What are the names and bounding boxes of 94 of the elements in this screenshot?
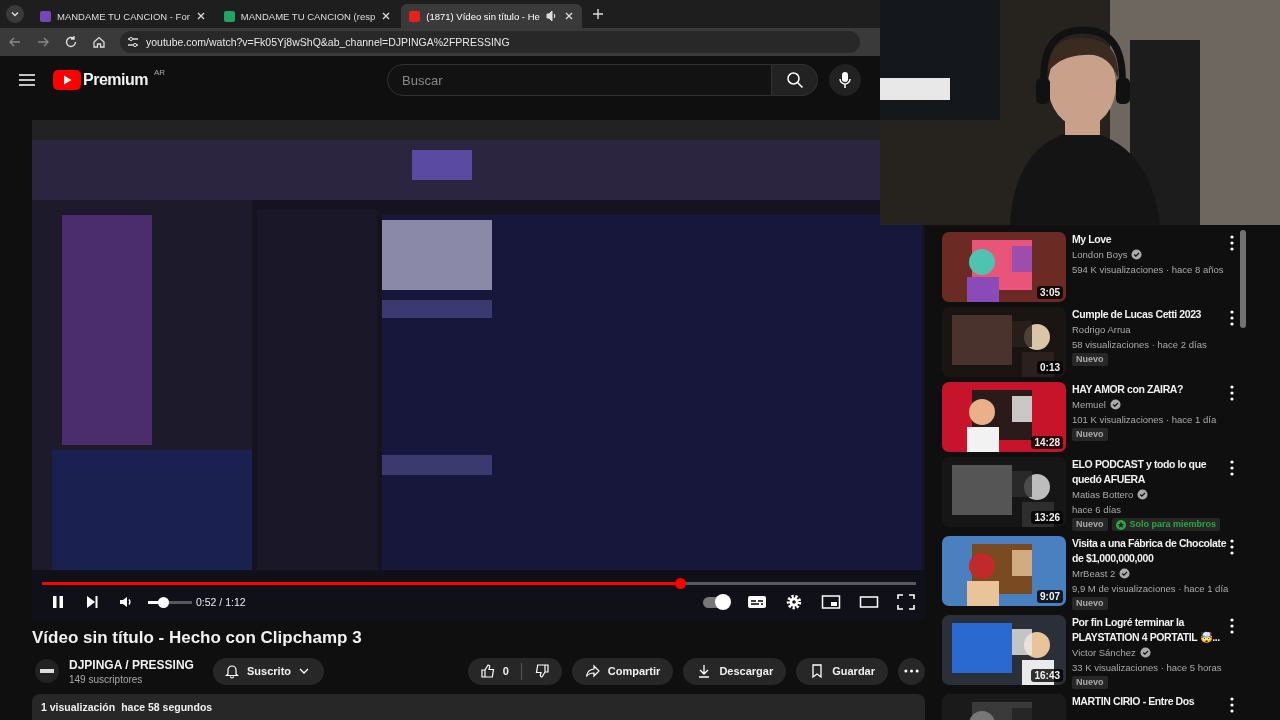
volume-icon[interactable] [118,594,134,610]
video-title[interactable]: My Love [1072,232,1227,247]
new-badge: Nuevo [1072,428,1108,441]
thumbs-down-icon [533,663,550,679]
video-title[interactable]: MARTIN CIRIO - Entre Dos [1072,694,1227,709]
new-badge: Nuevo [1072,353,1108,366]
video-title[interactable]: ELO PODCAST y todo lo que quedó AFUERA [1072,457,1227,487]
scrubber-handle[interactable] [675,578,686,589]
tab-title: MANDAME TU CANCION - For [57,10,190,22]
more-options-icon[interactable] [1230,697,1234,713]
share-button[interactable]: Compartir [571,657,674,685]
tab-list-button[interactable] [6,5,24,23]
home-icon[interactable] [92,35,106,49]
video-meta: 101 K visualizaciones · hace 1 día [1072,413,1218,427]
voice-search-button[interactable] [829,64,861,96]
upload-date: hace 58 segundos [121,700,213,715]
channel-name[interactable]: Rodrigo Arrua [1072,322,1131,337]
video-title[interactable]: Visita a una Fábrica de Chocolate de $1,000,000,000 [1072,536,1227,566]
address-bar[interactable]: youtube.com/watch?v=Fk05Yj8wShQ&ab_channel=DJPINGA%2FPRESSING [120,31,860,53]
view-count: 1 visualización [41,700,116,715]
autoplay-toggle[interactable] [703,596,729,608]
video-meta: 33 K visualizaciones · hace 5 horas [1072,661,1223,675]
tab-title: (1871) Vídeo sin título - He [426,10,540,22]
pause-icon[interactable] [50,594,66,610]
more-dots-icon [904,669,919,673]
new-badge: Nuevo [1072,597,1108,610]
thumbs-up-icon [479,663,496,679]
browser-tab[interactable]: MANDAME TU CANCION (resp [215,4,400,28]
scrollbar[interactable] [1240,230,1246,328]
channel-name[interactable]: Matias Bottero [1072,487,1134,502]
duration-badge: 0:13 [1037,361,1063,374]
duration-badge: 13:26 [1031,511,1063,524]
video-meta: 594 K visualizaciones · hace 8 años [1072,263,1225,277]
subscribe-button[interactable]: Suscrito [213,657,324,685]
save-button[interactable]: Guardar [796,657,888,685]
menu-icon[interactable] [17,72,37,88]
microphone-icon [838,71,852,89]
new-badge: Nuevo [1072,518,1108,531]
video-title: Vídeo sin título - Hecho con Clipchamp 3 [32,628,363,648]
search-button[interactable] [772,64,818,96]
browser-tab[interactable]: (1871) Vídeo sin título - He [401,4,582,28]
site-settings-icon[interactable] [126,35,140,49]
video-title[interactable]: Cumple de Lucas Cetti 2023 [1072,307,1227,322]
region-code: AR [153,68,166,77]
close-icon[interactable] [195,11,206,21]
description-panel[interactable]: 1 visualización hace 58 segundos [32,694,925,720]
settings-icon[interactable] [785,593,803,611]
miniplayer-icon[interactable] [821,594,841,610]
channel-name[interactable]: DJPINGA / PRESSING [69,657,203,672]
time-display: 0:52 / 1:12 [196,596,246,608]
tab-title: MANDAME TU CANCION (resp [240,10,376,22]
close-icon[interactable] [381,11,392,21]
channel-name[interactable]: MrBeast 2 [1072,566,1116,581]
video-meta: 58 visualizaciones · hace 2 días [1072,338,1208,352]
search-icon [785,71,804,89]
channel-avatar[interactable] [35,659,59,683]
reload-icon[interactable] [64,35,78,49]
video-meta: hace 6 días [1072,503,1123,517]
members-badge: Solo para miembros [1111,518,1221,531]
back-icon[interactable] [8,35,22,49]
video-title[interactable]: Por fin Logré terminar la PLAYSTATION 4 PORTATIL 🤯... [1072,615,1227,645]
duration-badge: 3:05 [1037,286,1063,299]
share-arrow-icon [584,663,601,679]
close-icon[interactable] [563,11,574,21]
more-options-icon[interactable] [1230,385,1234,401]
subtitles-icon[interactable] [747,594,767,610]
chevron-down-icon [10,9,20,19]
play-logo-icon[interactable] [53,70,81,90]
theater-mode-icon[interactable] [859,594,879,610]
logo-text[interactable]: Premium [83,71,148,89]
more-button[interactable] [898,657,925,685]
search-field[interactable]: Buscar [387,64,772,96]
channel-name[interactable]: Victor Sánchez [1072,645,1136,660]
more-options-icon[interactable] [1230,539,1234,555]
more-options-icon[interactable] [1230,618,1234,634]
more-options-icon[interactable] [1230,235,1234,251]
duration-badge: 14:28 [1031,436,1063,449]
more-options-icon[interactable] [1230,310,1234,326]
download-button[interactable]: Descargar [683,657,787,685]
more-options-icon[interactable] [1230,460,1234,476]
video-meta: 9,9 M de visualizaciones · hace 1 día [1072,582,1227,596]
channel-name[interactable]: Memuel [1072,397,1106,412]
new-tab-icon[interactable] [591,8,604,20]
video-title[interactable]: HAY AMOR con ZAIRA? [1072,382,1227,397]
next-icon[interactable] [84,594,100,610]
new-badge: Nuevo [1072,676,1108,689]
subscriber-count: 149 suscriptores [69,673,144,685]
fullscreen-icon[interactable] [897,594,915,610]
bell-icon [224,663,240,679]
channel-name[interactable]: London Boys [1072,247,1128,262]
forward-icon[interactable] [36,35,50,49]
duration-badge: 9:07 [1037,590,1063,603]
browser-tab[interactable]: MANDAME TU CANCION - For [32,4,214,28]
duration-badge: 16:43 [1031,669,1063,682]
